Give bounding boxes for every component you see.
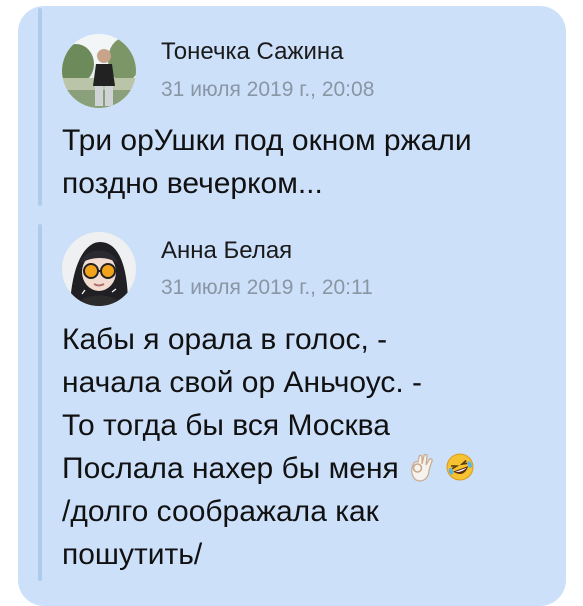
avatar[interactable] bbox=[62, 232, 136, 306]
message-date: 31 июля 2019 г., 20:08 bbox=[161, 78, 375, 101]
avatar-photo-icon bbox=[62, 34, 136, 108]
quote-bar bbox=[38, 8, 42, 206]
message-line: пошутить/ bbox=[62, 538, 203, 571]
message-line: /долго соображала как bbox=[62, 495, 379, 528]
message-line: Послала нахер бы меня bbox=[62, 452, 399, 485]
message-line: начала свой ор Аньчоус. - bbox=[62, 366, 423, 399]
quote-bar bbox=[38, 224, 42, 581]
message-line: То тогда бы вся Москва bbox=[62, 409, 390, 442]
message-line: поздно вечерком... bbox=[62, 167, 323, 200]
message-line: Кабы я орала в голос, - bbox=[62, 323, 388, 356]
message-date: 31 июля 2019 г., 20:11 bbox=[161, 276, 373, 299]
message-text: Три орУшки под окном ржали поздно вечерк… bbox=[62, 119, 472, 205]
avatar[interactable] bbox=[62, 34, 136, 108]
message-text: Кабы я орала в голос, - начала свой ор А… bbox=[62, 318, 475, 576]
message-line-with-emoji: Послала нахер бы меня bbox=[62, 447, 475, 490]
message-line: Три орУшки под окном ржали bbox=[62, 124, 472, 157]
avatar-photo-icon bbox=[62, 232, 136, 306]
message-author[interactable]: Тонечка Сажина bbox=[161, 38, 344, 66]
ok-hand-icon bbox=[411, 453, 433, 482]
message-author[interactable]: Анна Белая bbox=[161, 237, 292, 265]
rofl-face-icon bbox=[446, 453, 474, 481]
